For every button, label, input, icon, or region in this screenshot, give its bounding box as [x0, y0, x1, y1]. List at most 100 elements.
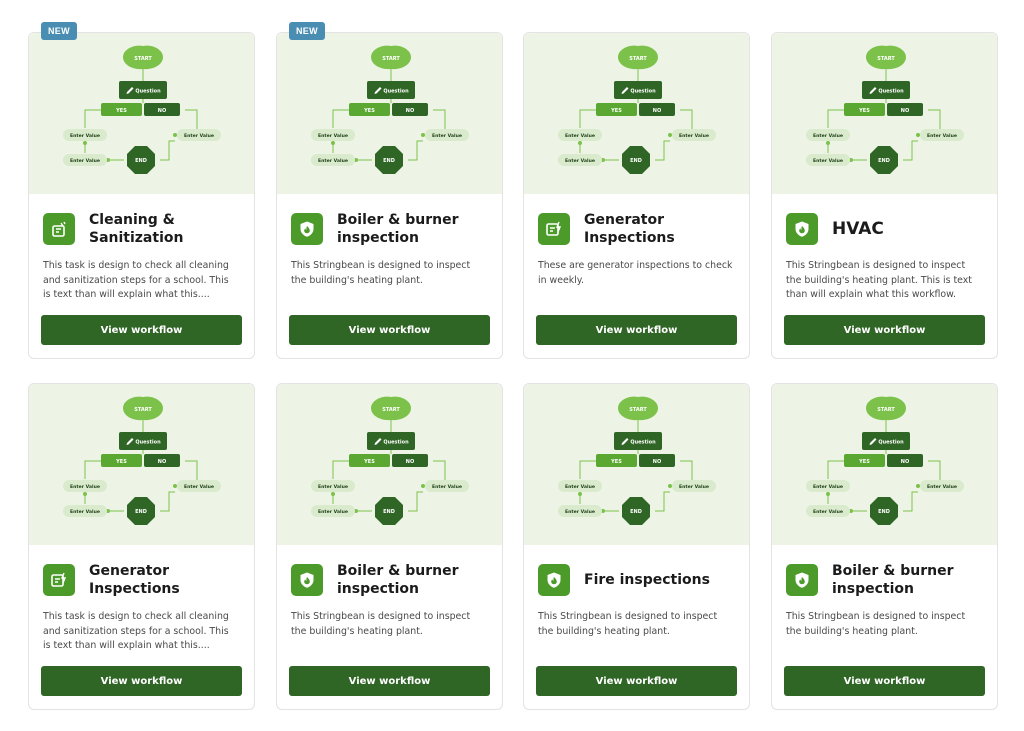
svg-text:START: START — [134, 56, 152, 62]
svg-text:NO: NO — [406, 459, 414, 465]
view-workflow-button[interactable]: View workflow — [289, 666, 490, 696]
svg-text:Enter Value: Enter Value — [813, 133, 843, 139]
svg-text:END: END — [135, 509, 147, 515]
new-badge: NEW — [41, 22, 77, 40]
workflow-thumbnail: START Question YES NO Enter Value Enter … — [524, 33, 749, 194]
svg-text:Enter Value: Enter Value — [318, 484, 348, 490]
workflow-card[interactable]: START Question YES NO Enter Value Enter … — [276, 383, 503, 710]
svg-text:Question: Question — [878, 89, 904, 95]
flame-shield-icon — [291, 213, 323, 245]
svg-text:Enter Value: Enter Value — [318, 133, 348, 139]
card-title: Cleaning & Sanitization — [89, 212, 184, 246]
svg-text:YES: YES — [363, 108, 375, 114]
svg-text:END: END — [383, 509, 395, 515]
svg-text:Enter Value: Enter Value — [565, 158, 595, 164]
svg-text:START: START — [382, 407, 400, 413]
workflow-thumbnail: START Question YES NO Enter Value Enter … — [772, 384, 997, 545]
svg-text:NO: NO — [406, 108, 414, 114]
workflow-thumbnail: START Question YES NO Enter Value Enter … — [277, 384, 502, 545]
svg-text:END: END — [878, 158, 890, 164]
card-description: This Stringbean is designed to inspect t… — [786, 260, 972, 301]
svg-text:Enter Value: Enter Value — [70, 509, 100, 515]
svg-text:Enter Value: Enter Value — [813, 158, 843, 164]
svg-text:YES: YES — [115, 108, 127, 114]
card-title: Generator Inspections — [584, 212, 675, 246]
svg-text:END: END — [383, 158, 395, 164]
svg-text:Enter Value: Enter Value — [70, 158, 100, 164]
svg-text:Question: Question — [383, 440, 409, 446]
cleaning-icon — [43, 213, 75, 245]
svg-text:NO: NO — [158, 459, 166, 465]
card-description: This Stringbean is designed to inspect t… — [786, 611, 966, 637]
workflow-card[interactable]: START Question YES NO Enter Value Enter … — [28, 383, 255, 710]
card-description: This Stringbean is designed to inspect t… — [538, 611, 718, 637]
view-workflow-button[interactable]: View workflow — [41, 315, 242, 345]
view-workflow-button[interactable]: View workflow — [536, 315, 737, 345]
workflow-card[interactable]: START Question YES NO Enter Value Enter … — [771, 383, 998, 710]
svg-text:Question: Question — [630, 89, 656, 95]
generator-icon — [538, 213, 570, 245]
svg-text:Enter Value: Enter Value — [318, 158, 348, 164]
flame-shield-icon — [786, 213, 818, 245]
workflow-thumbnail: START Question YES NO Enter Value Enter … — [524, 384, 749, 545]
new-badge: NEW — [289, 22, 325, 40]
svg-text:NO: NO — [158, 108, 166, 114]
svg-text:YES: YES — [858, 459, 870, 465]
svg-text:Enter Value: Enter Value — [813, 484, 843, 490]
svg-text:Enter Value: Enter Value — [70, 133, 100, 139]
svg-text:YES: YES — [858, 108, 870, 114]
generator-icon — [43, 564, 75, 596]
svg-text:Enter Value: Enter Value — [432, 484, 462, 490]
view-workflow-button[interactable]: View workflow — [784, 315, 985, 345]
workflow-card[interactable]: START Question YES NO Enter Value Enter … — [276, 22, 503, 359]
card-description: This task is design to check all cleanin… — [43, 611, 229, 652]
svg-text:Enter Value: Enter Value — [318, 509, 348, 515]
svg-text:YES: YES — [363, 459, 375, 465]
workflow-thumbnail: START Question YES NO Enter Value Enter … — [29, 384, 254, 545]
svg-text:Question: Question — [630, 440, 656, 446]
svg-text:Question: Question — [383, 89, 409, 95]
svg-text:Enter Value: Enter Value — [927, 133, 957, 139]
card-title: Boiler & burner inspection — [832, 563, 954, 597]
svg-text:Enter Value: Enter Value — [565, 133, 595, 139]
workflow-card[interactable]: START Question YES NO Enter Value Enter … — [523, 32, 750, 359]
card-title: Generator Inspections — [89, 563, 180, 597]
svg-text:START: START — [877, 56, 895, 62]
workflow-thumbnail: START Question YES NO Enter Value Enter … — [29, 33, 254, 194]
svg-text:Enter Value: Enter Value — [679, 133, 709, 139]
svg-text:YES: YES — [610, 108, 622, 114]
card-description: This Stringbean is designed to inspect t… — [291, 611, 471, 637]
svg-text:YES: YES — [115, 459, 127, 465]
svg-text:END: END — [135, 158, 147, 164]
svg-text:Enter Value: Enter Value — [565, 484, 595, 490]
svg-text:END: END — [878, 509, 890, 515]
card-description: These are generator inspections to check… — [538, 260, 733, 286]
card-title: HVAC — [832, 219, 884, 239]
svg-text:START: START — [382, 56, 400, 62]
svg-text:Enter Value: Enter Value — [432, 133, 462, 139]
svg-text:END: END — [630, 509, 642, 515]
workflow-card[interactable]: START Question YES NO Enter Value Enter … — [523, 383, 750, 710]
workflow-thumbnail: START Question YES NO Enter Value Enter … — [772, 33, 997, 194]
view-workflow-button[interactable]: View workflow — [41, 666, 242, 696]
svg-text:START: START — [877, 407, 895, 413]
workflow-thumbnail: START Question YES NO Enter Value Enter … — [277, 33, 502, 194]
svg-text:NO: NO — [901, 108, 909, 114]
svg-text:YES: YES — [610, 459, 622, 465]
svg-text:NO: NO — [901, 459, 909, 465]
svg-text:Enter Value: Enter Value — [813, 509, 843, 515]
view-workflow-button[interactable]: View workflow — [784, 666, 985, 696]
svg-text:Enter Value: Enter Value — [927, 484, 957, 490]
workflow-card[interactable]: START Question YES NO Enter Value Enter … — [771, 32, 998, 359]
card-title: Boiler & burner inspection — [337, 212, 459, 246]
svg-text:Enter Value: Enter Value — [184, 133, 214, 139]
svg-text:Enter Value: Enter Value — [184, 484, 214, 490]
workflow-card[interactable]: START Question YES NO Enter Value Enter … — [28, 22, 255, 359]
svg-text:Question: Question — [878, 440, 904, 446]
view-workflow-button[interactable]: View workflow — [289, 315, 490, 345]
svg-text:Enter Value: Enter Value — [70, 484, 100, 490]
svg-text:END: END — [630, 158, 642, 164]
flame-shield-icon — [786, 564, 818, 596]
view-workflow-button[interactable]: View workflow — [536, 666, 737, 696]
svg-text:START: START — [629, 56, 647, 62]
